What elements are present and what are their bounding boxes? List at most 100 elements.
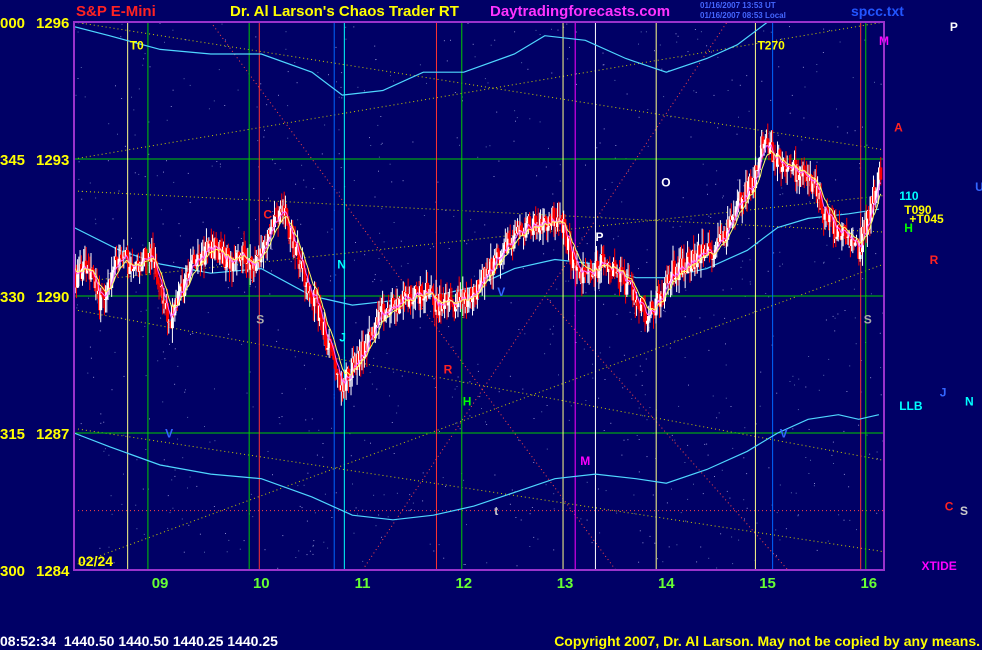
star-dot [741, 278, 743, 280]
star-dot [647, 109, 649, 111]
star-dot [429, 248, 431, 250]
star-dot [355, 242, 356, 243]
star-dot [654, 50, 655, 52]
star-dot [383, 241, 385, 243]
star-dot [710, 51, 712, 53]
star-dot [378, 170, 379, 172]
star-dot [776, 392, 778, 394]
star-dot [580, 518, 582, 520]
star-dot [455, 422, 456, 424]
star-dot [581, 237, 583, 239]
star-dot [599, 532, 601, 534]
star-dot [556, 288, 558, 290]
star-dot [164, 358, 166, 360]
star-dot [604, 189, 606, 190]
star-dot [387, 516, 389, 518]
star-dot [451, 396, 453, 398]
star-dot [853, 288, 855, 290]
star-dot [490, 44, 492, 46]
star-dot [297, 485, 299, 487]
star-dot [123, 434, 125, 436]
star-dot [89, 346, 91, 348]
star-dot [100, 422, 102, 424]
star-dot [340, 167, 342, 169]
y-tick-price: 1293 [36, 152, 69, 169]
star-dot [675, 33, 677, 35]
star-dot [576, 73, 577, 75]
star-dot [278, 94, 279, 96]
star-dot [312, 544, 314, 546]
star-dot [515, 120, 516, 122]
star-dot [621, 201, 623, 203]
star-dot [768, 467, 770, 469]
star-dot [445, 486, 446, 487]
star-dot [722, 289, 724, 291]
star-dot [487, 82, 489, 84]
chart-annotation: N [337, 258, 346, 272]
star-dot [111, 389, 113, 391]
star-dot [718, 412, 720, 414]
star-dot [639, 530, 641, 532]
star-dot [603, 303, 605, 305]
star-dot [456, 386, 458, 387]
star-dot [308, 430, 310, 432]
star-dot [569, 46, 570, 48]
star-dot [730, 288, 732, 290]
star-dot [616, 512, 618, 514]
star-dot [545, 484, 547, 486]
star-dot [515, 517, 517, 518]
star-dot [613, 238, 615, 240]
star-dot [208, 108, 210, 110]
timestamp-ut: 01/16/2007 13:53 UT [700, 1, 776, 10]
star-dot [557, 29, 559, 31]
y-tick-price: 1296 [36, 15, 69, 32]
star-dot [121, 23, 123, 25]
chart-annotation: U [975, 180, 982, 194]
star-dot [408, 510, 410, 512]
star-dot [760, 371, 762, 373]
star-dot [477, 156, 479, 158]
star-dot [338, 191, 340, 193]
star-dot [111, 513, 113, 515]
star-dot [353, 405, 355, 407]
star-dot [688, 384, 689, 386]
star-dot [522, 267, 524, 269]
star-dot [107, 160, 109, 162]
chart-annotation: J [339, 331, 346, 345]
star-dot [533, 462, 535, 463]
star-dot [693, 483, 694, 485]
star-dot [252, 406, 254, 408]
star-dot [353, 26, 355, 28]
star-dot [311, 418, 313, 420]
star-dot [684, 316, 686, 318]
star-dot [400, 265, 402, 267]
star-dot [763, 30, 765, 32]
site-link[interactable]: Daytradingforecasts.com [490, 3, 670, 20]
star-dot [396, 492, 398, 494]
star-dot [828, 204, 830, 205]
star-dot [870, 293, 872, 295]
star-dot [285, 48, 287, 50]
star-dot [614, 157, 616, 159]
star-dot [463, 479, 465, 481]
star-dot [272, 211, 274, 212]
chart-annotation: LLB [899, 399, 923, 413]
star-dot [140, 310, 142, 312]
star-dot [674, 340, 676, 342]
star-dot [327, 231, 329, 233]
chart-annotation: P [595, 230, 603, 244]
star-dot [729, 497, 731, 499]
star-dot [164, 41, 165, 43]
star-dot [864, 39, 866, 41]
star-dot [663, 310, 665, 311]
star-dot [338, 96, 340, 98]
star-dot [136, 459, 138, 461]
star-dot [297, 219, 299, 221]
star-dot [95, 197, 97, 199]
star-dot [722, 195, 724, 197]
star-dot [136, 528, 138, 530]
star-dot [108, 273, 110, 275]
star-dot [369, 137, 370, 139]
star-dot [336, 81, 337, 83]
star-dot [782, 193, 784, 195]
